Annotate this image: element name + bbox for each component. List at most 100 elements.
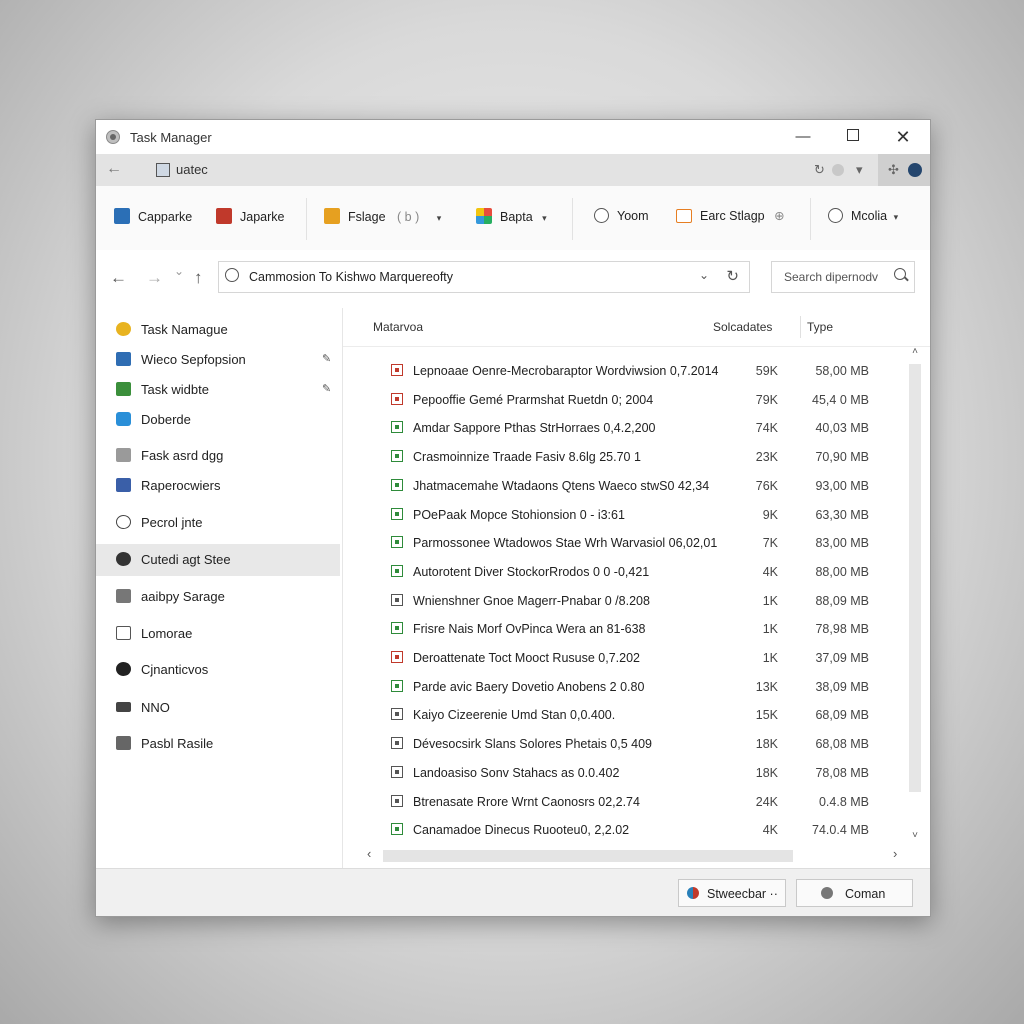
sidebar-item-label: Task widbte bbox=[141, 382, 209, 397]
sidebar-item[interactable]: aaibpy Sarage bbox=[96, 581, 340, 613]
table-row[interactable]: Dévesocsirk Slans Solores Phetais 0,5 40… bbox=[343, 729, 903, 758]
account-area[interactable]: ✣ bbox=[878, 154, 930, 186]
ribbon-label: Japarke bbox=[240, 210, 285, 224]
table-row[interactable]: Wnienshner Gnoe Magerr-Pnabar 0 /8.208 1K… bbox=[343, 586, 903, 615]
ribbon-storage-button[interactable]: Earc Stlagp ⊕ bbox=[676, 208, 785, 223]
profile-icon[interactable] bbox=[832, 164, 844, 176]
chevron-down-icon[interactable]: ▾ bbox=[894, 212, 899, 222]
sidebar-item[interactable]: Lomorae bbox=[96, 618, 340, 650]
file-icon bbox=[391, 536, 403, 549]
button-label: Stweecbar ·· bbox=[707, 887, 778, 901]
sidebar-item[interactable]: Fask asrd dgg bbox=[96, 440, 340, 472]
address-bar[interactable]: Cammosion To Kishwo Marquereofty ⌄ ↻ bbox=[218, 261, 750, 293]
pin-icon[interactable]: ✎ bbox=[322, 352, 331, 365]
star-icon bbox=[116, 322, 131, 336]
file-size: 4K bbox=[762, 823, 778, 838]
settings-icon[interactable]: ✣ bbox=[888, 162, 899, 178]
table-row[interactable]: Jhatmacemahe Wtadaons Qtens Waeco stwS0 … bbox=[343, 471, 903, 500]
account-icon[interactable] bbox=[908, 163, 922, 177]
pin-icon[interactable]: ✎ bbox=[322, 382, 331, 395]
file-type: 63,30 MB bbox=[815, 507, 869, 522]
search-input[interactable]: Search dipernodv bbox=[771, 261, 915, 293]
sidebar-item-label: Cjnanticvos bbox=[141, 662, 209, 677]
sidebar-item[interactable]: NNO bbox=[96, 692, 340, 724]
table-row[interactable]: Crasmoinnize Traade Fasiv 8.6lg 25.70 1 2… bbox=[343, 442, 903, 471]
sidebar-item[interactable]: Cutedi agt Stee bbox=[96, 544, 340, 576]
table-row[interactable]: Deroattenate Toct Mooct Rususe 0,7.202 1K… bbox=[343, 643, 903, 672]
scroll-thumb[interactable] bbox=[383, 850, 793, 862]
file-name: Crasmoinnize Traade Fasiv 8.6lg 25.70 1 bbox=[413, 450, 641, 465]
sidebar-item[interactable]: Task Namague bbox=[96, 314, 340, 346]
table-row[interactable]: Parmossonee Wtadowos Stae Wrh Warvasiol … bbox=[343, 528, 903, 557]
history-dropdown[interactable]: ⌄ bbox=[174, 264, 184, 278]
file-icon bbox=[391, 765, 403, 778]
column-header-date[interactable]: Solcadates bbox=[713, 320, 772, 334]
file-name: Pepooffie Gemé Prarmshat Ruetdn 0; 2004 bbox=[413, 392, 654, 407]
chevron-down-icon[interactable]: ▾ bbox=[437, 213, 442, 223]
tab-label[interactable]: uatec bbox=[176, 162, 208, 177]
forward-button[interactable]: → bbox=[146, 268, 163, 288]
table-row[interactable]: Btrenasate Rrore Wrnt Caonosrs 02,2.74 24… bbox=[343, 787, 903, 816]
window-title: Task Manager bbox=[130, 130, 212, 145]
ribbon-japarke-button[interactable]: Japarke bbox=[216, 208, 284, 224]
table-row[interactable]: Landoasiso Sonv Stahacs as 0.0.402 18K 78,… bbox=[343, 758, 903, 787]
scroll-up-button[interactable]: ˄ bbox=[908, 346, 922, 357]
ribbon-fslage-button[interactable]: Fslage ( b ) ▾ bbox=[324, 208, 441, 224]
sidebar-item[interactable]: Raperocwiers bbox=[96, 470, 340, 502]
ribbon-yoom-button[interactable]: Yoom bbox=[594, 208, 649, 223]
sidebar-item[interactable]: Pecrol jnte bbox=[96, 507, 340, 539]
scroll-down-button[interactable]: ˅ bbox=[908, 830, 922, 841]
refresh-icon[interactable]: ↻ bbox=[726, 267, 739, 285]
close-button[interactable]: ✕ bbox=[880, 124, 926, 150]
chevron-down-icon[interactable]: ⌄ bbox=[699, 268, 709, 282]
circle-icon bbox=[594, 208, 609, 223]
table-row[interactable]: Amdar Sappore Pthas StrHorraes 0,4.2,200… bbox=[343, 413, 903, 442]
ribbon-bapta-button[interactable]: Bapta ▾ bbox=[476, 208, 547, 224]
search-icon[interactable] bbox=[894, 268, 906, 280]
chevron-down-icon[interactable]: ▾ bbox=[856, 162, 863, 178]
scroll-left-button[interactable]: ‹ bbox=[367, 846, 371, 861]
tab-back-button[interactable]: ← bbox=[106, 160, 122, 178]
scroll-thumb[interactable] bbox=[909, 364, 921, 792]
file-icon bbox=[391, 564, 403, 577]
sidebar-item[interactable]: Cjnanticvos bbox=[96, 654, 340, 686]
primary-button[interactable]: Coman bbox=[796, 879, 913, 907]
table-row[interactable]: Kaiyo Cizeerenie Umd Stan 0,0.400. 15K 68,… bbox=[343, 700, 903, 729]
table-row[interactable]: POePaak Mopce Stohionsion 0 - i3:61 9K 63,… bbox=[343, 500, 903, 529]
column-header-type[interactable]: Type bbox=[807, 320, 833, 334]
file-name: Frisre Nais Morf OvPinca Wera an 81-638 bbox=[413, 622, 646, 637]
app-icon bbox=[114, 208, 130, 224]
ribbon-capparke-button[interactable]: Capparke bbox=[114, 208, 192, 224]
file-name: Btrenasate Rrore Wrnt Caonosrs 02,2.74 bbox=[413, 794, 640, 809]
column-divider[interactable] bbox=[800, 316, 801, 338]
secondary-button[interactable]: Stweecbar ·· bbox=[678, 879, 786, 907]
refresh-icon[interactable]: ↻ bbox=[814, 162, 825, 178]
chevron-down-icon[interactable]: ▾ bbox=[542, 213, 547, 223]
scroll-right-button[interactable]: › bbox=[893, 846, 897, 861]
column-header-name[interactable]: Matarvoa bbox=[373, 320, 423, 334]
sidebar-item[interactable]: Wieco Sepfopsion ✎ bbox=[96, 344, 340, 376]
table-row[interactable]: Pepooffie Gemé Prarmshat Ruetdn 0; 2004 7… bbox=[343, 385, 903, 414]
table-row[interactable]: Lepnoaae Oenre-Mecrobaraptor Wordviwsion… bbox=[343, 356, 903, 385]
sidebar-item[interactable]: Pasbl Rasile bbox=[96, 728, 340, 760]
address-text[interactable]: Cammosion To Kishwo Marquereofty bbox=[249, 270, 453, 284]
camera-icon bbox=[116, 662, 131, 676]
file-list-panel: Matarvoa Solcadates Type Lepnoaae Oenre-… bbox=[342, 308, 930, 868]
storage-icon bbox=[116, 589, 131, 603]
maximize-button[interactable] bbox=[830, 124, 876, 150]
globe-icon bbox=[225, 268, 239, 282]
sidebar-item-label: Raperocwiers bbox=[141, 478, 221, 493]
table-row[interactable]: Parde avic Baery Dovetio Anobens 2 0.80 1… bbox=[343, 672, 903, 701]
vertical-scrollbar[interactable]: ˄ ˅ bbox=[908, 346, 922, 844]
table-row[interactable]: Canamadoe Dinecus Ruooteu0, 2,2.02 4K 74.0… bbox=[343, 815, 903, 844]
minimize-button[interactable]: — bbox=[780, 124, 826, 150]
table-row[interactable]: Autorotent Diver StockorRrodos 0 0 -0,42… bbox=[343, 557, 903, 586]
ribbon-mcolia-button[interactable]: Mcolia ▾ bbox=[828, 208, 898, 223]
up-button[interactable]: ↑ bbox=[194, 268, 203, 288]
sidebar-item[interactable]: Doberde bbox=[96, 404, 340, 436]
horizontal-scrollbar[interactable]: ‹ › bbox=[367, 844, 907, 864]
sidebar-item[interactable]: Task widbte ✎ bbox=[96, 374, 340, 406]
table-row[interactable]: Frisre Nais Morf OvPinca Wera an 81-638 1… bbox=[343, 614, 903, 643]
back-button[interactable]: ← bbox=[110, 268, 127, 288]
chart-icon bbox=[116, 382, 131, 396]
